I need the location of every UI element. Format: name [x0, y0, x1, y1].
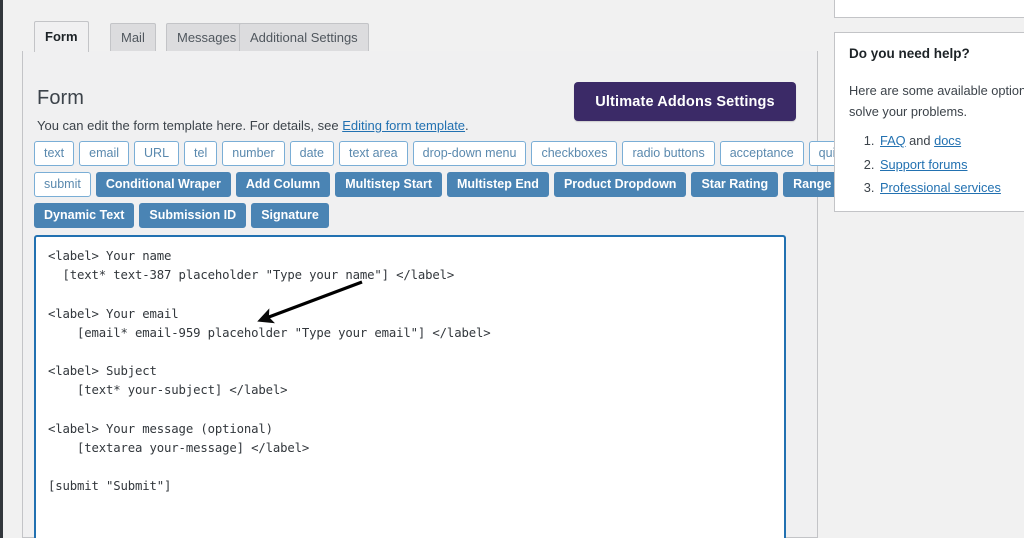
- form-description-prefix: You can edit the form template here. For…: [37, 118, 343, 133]
- editing-form-template-link[interactable]: Editing form template: [342, 118, 465, 133]
- docs-link[interactable]: docs: [934, 133, 961, 148]
- tab-additional-settings[interactable]: Additional Settings: [239, 23, 369, 52]
- help-panel-link-list: FAQ and docs Support forums Professional…: [849, 129, 1001, 200]
- professional-services-link[interactable]: Professional services: [880, 180, 1001, 195]
- tag-button-email[interactable]: email: [79, 141, 130, 166]
- tag-button-add-column[interactable]: Add Column: [235, 172, 331, 197]
- tag-button-date[interactable]: date: [289, 141, 334, 166]
- support-forums-link[interactable]: Support forums: [880, 157, 968, 172]
- help-list-item-3: Professional services: [878, 176, 1001, 200]
- tag-button-product-dropdown[interactable]: Product Dropdown: [553, 172, 687, 197]
- tag-button-number[interactable]: number: [222, 141, 285, 166]
- form-template-editor[interactable]: <label> Your name [text* text-387 placeh…: [34, 235, 786, 538]
- tag-button-submit[interactable]: submit: [34, 172, 91, 197]
- page-title: Form: [37, 87, 85, 109]
- tag-button-url[interactable]: URL: [134, 141, 180, 166]
- form-editor-panel: Form You can edit the form template here…: [22, 51, 893, 538]
- form-description: You can edit the form template here. For…: [37, 118, 469, 133]
- tag-button-multistep-start[interactable]: Multistep Start: [335, 172, 442, 197]
- screen-root: Form Mail Messages Additional Settings F…: [0, 0, 1024, 538]
- tag-button-submission-id[interactable]: Submission ID: [139, 203, 247, 228]
- tag-button-radio-buttons[interactable]: radio buttons: [622, 141, 715, 166]
- page-left-margin: [3, 0, 22, 538]
- tag-button-checkboxes[interactable]: checkboxes: [531, 141, 618, 166]
- form-description-suffix: .: [465, 118, 469, 133]
- tab-form[interactable]: Form: [34, 21, 89, 52]
- faq-and-text: and: [905, 133, 935, 148]
- help-panel-body: Here are some available options to solve…: [849, 83, 1024, 119]
- tag-button-signature[interactable]: Signature: [251, 203, 329, 228]
- tag-button-tel[interactable]: tel: [184, 141, 218, 166]
- tag-button-conditional-wraper[interactable]: Conditional Wraper: [95, 172, 231, 197]
- ultimate-addons-settings-button[interactable]: Ultimate Addons Settings: [574, 82, 796, 121]
- tag-row-3: Dynamic Text Submission ID Signature: [34, 203, 804, 228]
- tag-button-text-area[interactable]: text area: [338, 141, 408, 166]
- tag-button-acceptance[interactable]: acceptance: [719, 141, 804, 166]
- help-panel-title: Do you need help?: [849, 46, 970, 61]
- tab-messages[interactable]: Messages: [166, 23, 248, 52]
- tab-mail[interactable]: Mail: [110, 23, 156, 52]
- tag-button-text[interactable]: text: [34, 141, 75, 166]
- help-panel: Do you need help? Here are some availabl…: [834, 32, 1024, 212]
- tag-button-star-rating[interactable]: Star Rating: [691, 172, 779, 197]
- tag-button-dynamic-text[interactable]: Dynamic Text: [34, 203, 135, 228]
- tag-button-multistep-end[interactable]: Multistep End: [447, 172, 549, 197]
- settings-tab-bar: Form Mail Messages Additional Settings: [22, 21, 818, 52]
- form-template-code[interactable]: <label> Your name [text* text-387 placeh…: [36, 237, 784, 507]
- help-list-item-1: FAQ and docs: [878, 129, 1001, 153]
- faq-link[interactable]: FAQ: [880, 133, 906, 148]
- sidebar-panel-partial: [834, 0, 1024, 18]
- form-tag-generator-toolbar: text email URL tel number date text area drop-d…: [34, 141, 893, 234]
- tag-row-1: text email URL tel number date text area drop-d…: [34, 141, 893, 166]
- tag-row-2: submit Conditional Wraper Add Column Multis…: [34, 172, 880, 197]
- help-list-item-2: Support forums: [878, 153, 1001, 177]
- tag-button-drop-down-menu[interactable]: drop-down menu: [412, 141, 527, 166]
